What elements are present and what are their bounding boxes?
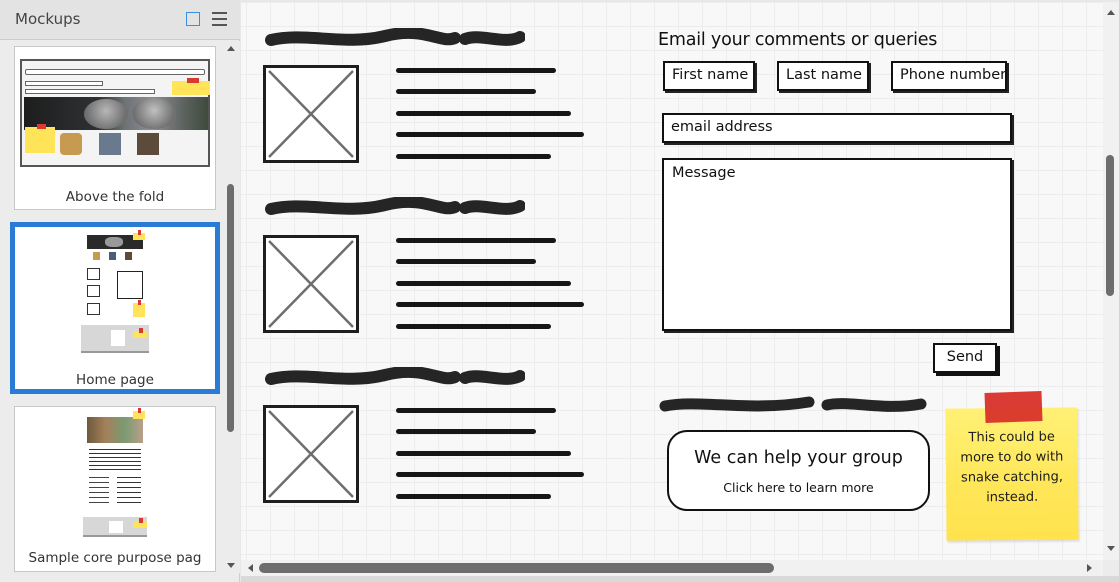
heading-scribble [265,197,525,215]
scroll-down-arrow-icon[interactable] [1107,546,1115,551]
mockups-panel: Mockups Above the fold Home page Sample … [0,0,240,582]
scrollbar-corner [1103,560,1119,576]
grid-view-icon[interactable] [186,12,200,26]
message-textarea[interactable]: Message [662,158,1012,331]
scroll-down-arrow-icon[interactable] [227,563,235,568]
mockup-canvas[interactable]: Email your comments or queries First nam… [241,2,1103,560]
scroll-up-arrow-icon[interactable] [227,46,235,51]
scroll-left-arrow-icon[interactable] [248,564,253,572]
help-button-subtitle: Click here to learn more [723,480,874,495]
form-title: Email your comments or queries [658,30,938,50]
sidebar-scroll-thumb[interactable] [227,184,234,432]
sticky-note-text: This could be more to do with snake catc… [960,429,1064,506]
image-placeholder [263,405,359,503]
scroll-up-arrow-icon[interactable] [1107,10,1115,15]
help-group-button[interactable]: We can help your group Click here to lea… [667,430,930,511]
mockup-label: Home page [76,372,154,388]
canvas-vertical-scroll-thumb[interactable] [1106,155,1114,296]
heading-scribble [265,367,525,385]
thumbnail-preview [83,408,147,543]
mockup-thumbnail-home-page[interactable]: Home page [10,222,220,394]
mockup-thumbnail-above-the-fold[interactable]: Above the fold [14,46,216,210]
sticky-note[interactable]: This could be more to do with snake catc… [945,407,1079,541]
mockup-thumbnail-sample-core-purpose[interactable]: Sample core purpose pag [14,406,216,572]
message-placeholder: Message [672,165,736,181]
heading-scribble [659,396,927,412]
canvas-horizontal-scrollbar[interactable] [241,560,1103,576]
phone-number-field[interactable]: Phone number [891,61,1007,91]
image-placeholder [263,65,359,163]
help-button-title: We can help your group [694,448,903,468]
heading-scribble [265,28,525,46]
thumbnail-preview [81,230,149,365]
canvas-horizontal-scroll-thumb[interactable] [259,563,774,573]
panel-title: Mockups [15,10,81,28]
mockups-panel-header: Mockups [0,0,240,40]
last-name-field[interactable]: Last name [777,61,869,91]
mockup-thumbnail-list: Above the fold Home page Sample core pur… [0,41,222,573]
mockup-label: Sample core purpose pag [28,550,202,566]
status-strip [241,576,1119,582]
image-placeholder [263,235,359,333]
list-view-icon[interactable] [212,11,227,26]
email-field[interactable]: email address [662,113,1012,143]
first-name-field[interactable]: First name [663,61,755,91]
scroll-right-arrow-icon[interactable] [1087,564,1092,572]
thumbnail-preview [20,59,210,167]
sticky-tape [984,391,1043,423]
sidebar-scrollbar[interactable] [222,41,240,573]
mockup-label: Above the fold [65,189,165,205]
canvas-vertical-scrollbar[interactable] [1103,2,1119,560]
send-button[interactable]: Send [933,343,997,373]
